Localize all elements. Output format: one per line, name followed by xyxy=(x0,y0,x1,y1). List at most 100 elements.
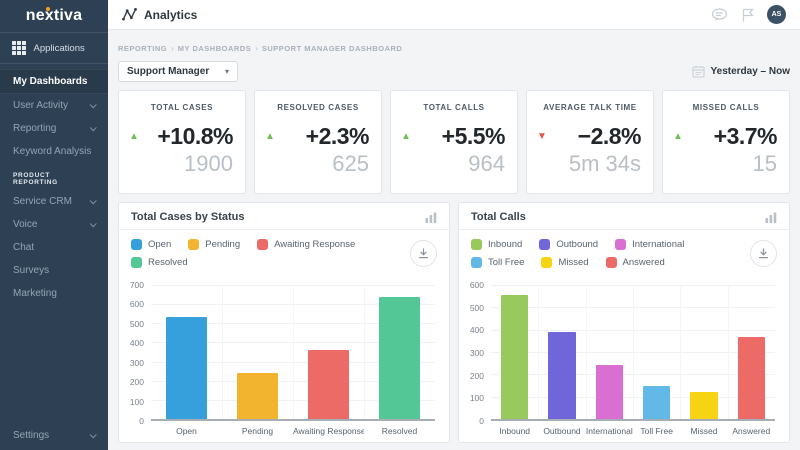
breadcrumb-item[interactable]: SUPPORT MANAGER DASHBOARD xyxy=(262,44,402,53)
kpi-title: AVERAGE TALK TIME xyxy=(527,103,653,112)
y-axis: 0100200300400500600700 xyxy=(127,285,151,421)
kpi-value: 15 xyxy=(663,151,789,177)
sidebar-item-label: User Activity xyxy=(13,100,68,111)
breadcrumb-item[interactable]: REPORTING xyxy=(118,44,167,53)
legend-swatch xyxy=(539,239,550,250)
bar-awaiting-response[interactable] xyxy=(308,350,349,419)
x-tick-label: Open xyxy=(151,426,222,436)
sidebar-item-my-dashboards[interactable]: My Dashboards xyxy=(0,69,108,94)
x-tick-label: Answered xyxy=(728,426,775,436)
y-tick-label: 600 xyxy=(130,299,144,309)
legend-item-pending[interactable]: Pending xyxy=(188,239,240,250)
bar-answered[interactable] xyxy=(738,337,765,419)
download-button[interactable] xyxy=(750,240,777,267)
breadcrumb-separator: › xyxy=(171,44,174,53)
bar-missed[interactable] xyxy=(690,392,717,419)
x-tick-label: Toll Free xyxy=(633,426,680,436)
legend-label: Missed xyxy=(558,257,588,268)
legend-item-toll-free[interactable]: Toll Free xyxy=(471,257,524,268)
kpi-title: TOTAL CALLS xyxy=(391,103,517,112)
plot-area xyxy=(491,285,775,421)
bar-international[interactable] xyxy=(596,365,623,419)
date-range-picker[interactable]: Yesterday – Now xyxy=(692,65,790,78)
chart-title: Total Cases by Status xyxy=(131,211,245,223)
kpi-card-missed-calls: MISSED CALLS ▲ +3.7% 15 xyxy=(662,90,790,194)
breadcrumb: REPORTING › MY DASHBOARDS › SUPPORT MANAGER … xyxy=(118,38,790,56)
date-range-label: Yesterday – Now xyxy=(711,66,790,77)
legend-swatch xyxy=(257,239,268,250)
dashboard-select[interactable]: Support Manager ▾ xyxy=(118,61,238,82)
bar-open[interactable] xyxy=(166,317,207,419)
bar-chart-icon[interactable] xyxy=(765,212,777,223)
sidebar-item-surveys[interactable]: Surveys xyxy=(0,259,108,282)
y-tick-label: 400 xyxy=(130,338,144,348)
sidebar-item-applications[interactable]: Applications xyxy=(0,33,108,64)
download-button[interactable] xyxy=(410,240,437,267)
bar-chart-icon[interactable] xyxy=(425,212,437,223)
logo-text: nextiva xyxy=(26,7,83,24)
kpi-change: +3.7% xyxy=(683,123,777,150)
breadcrumb-item[interactable]: MY DASHBOARDS xyxy=(178,44,251,53)
legend-label: Resolved xyxy=(148,257,188,268)
caret-down-icon: ▾ xyxy=(225,67,229,76)
legend-label: International xyxy=(632,239,684,250)
legend-swatch xyxy=(188,239,199,250)
legend-label: Answered xyxy=(623,257,665,268)
legend-item-answered[interactable]: Answered xyxy=(606,257,665,268)
legend-swatch xyxy=(471,257,482,268)
analytics-logo-icon xyxy=(122,8,137,21)
chart-card-total-cases-by-status: Total Cases by Status OpenPendingAwaitin… xyxy=(118,202,450,443)
bar-resolved[interactable] xyxy=(379,297,420,420)
sidebar-item-chat[interactable]: Chat xyxy=(0,236,108,259)
sidebar-item-reporting[interactable]: Reporting xyxy=(0,117,108,140)
kpi-title: MISSED CALLS xyxy=(663,103,789,112)
user-avatar[interactable]: AS xyxy=(767,5,786,24)
main-area: Analytics AS REPORTING›MY DASHBOARDS›SUP… xyxy=(108,0,800,450)
sidebar-item-user-activity[interactable]: User Activity xyxy=(0,94,108,117)
legend-label: Toll Free xyxy=(488,257,524,268)
bar-outbound[interactable] xyxy=(548,332,575,419)
legend-item-inbound[interactable]: Inbound xyxy=(471,239,522,250)
sidebar-item-label: Voice xyxy=(13,219,37,230)
trend-up-icon: ▲ xyxy=(401,132,411,142)
kpi-title: TOTAL CASES xyxy=(119,103,245,112)
settings-label: Settings xyxy=(13,430,49,441)
x-axis-labels: OpenPendingAwaiting ResponseResolved xyxy=(151,421,435,436)
chevron-down-icon xyxy=(90,431,97,438)
flag-icon[interactable] xyxy=(741,8,754,22)
sidebar-nav: My Dashboards User Activity Reporting Keywo… xyxy=(0,64,108,450)
sidebar-item-marketing[interactable]: Marketing xyxy=(0,282,108,305)
sidebar-item-label: Keyword Analysis xyxy=(13,146,91,157)
x-tick-label: Outbound xyxy=(538,426,585,436)
sidebar-item-keyword-analysis[interactable]: Keyword Analysis xyxy=(0,140,108,163)
breadcrumb-separator: › xyxy=(255,44,258,53)
kpi-card-total-calls: TOTAL CALLS ▲ +5.5% 964 xyxy=(390,90,518,194)
x-tick-label: Missed xyxy=(680,426,727,436)
legend-item-outbound[interactable]: Outbound xyxy=(539,239,598,250)
chart-card-total-calls: Total Calls InboundOutboundInternational… xyxy=(458,202,790,443)
legend-item-open[interactable]: Open xyxy=(131,239,171,250)
applications-grid-icon xyxy=(12,41,26,55)
sidebar-item-service-crm[interactable]: Service CRM xyxy=(0,190,108,213)
chat-bubble-icon[interactable] xyxy=(711,8,728,22)
sidebar-item-voice[interactable]: Voice xyxy=(0,213,108,236)
legend-item-international[interactable]: International xyxy=(615,239,684,250)
bar-inbound[interactable] xyxy=(501,295,528,419)
kpi-change: +5.5% xyxy=(411,123,505,150)
y-tick-label: 700 xyxy=(130,280,144,290)
bar-toll-free[interactable] xyxy=(643,386,670,420)
sidebar-item-label: Surveys xyxy=(13,265,49,276)
bar-pending[interactable] xyxy=(237,373,278,419)
legend-item-awaiting-response[interactable]: Awaiting Response xyxy=(257,239,355,250)
sidebar-item-settings[interactable]: Settings xyxy=(0,421,108,450)
y-tick-label: 100 xyxy=(470,393,484,403)
download-icon xyxy=(758,248,769,259)
sidebar-item-label: Chat xyxy=(13,242,34,253)
x-tick-label: International xyxy=(586,426,633,436)
legend-item-missed[interactable]: Missed xyxy=(541,257,588,268)
legend-label: Inbound xyxy=(488,239,522,250)
legend-item-resolved[interactable]: Resolved xyxy=(131,257,188,268)
sidebar-item-label: Reporting xyxy=(13,123,56,134)
kpi-title: RESOLVED CASES xyxy=(255,103,381,112)
y-tick-label: 400 xyxy=(470,325,484,335)
